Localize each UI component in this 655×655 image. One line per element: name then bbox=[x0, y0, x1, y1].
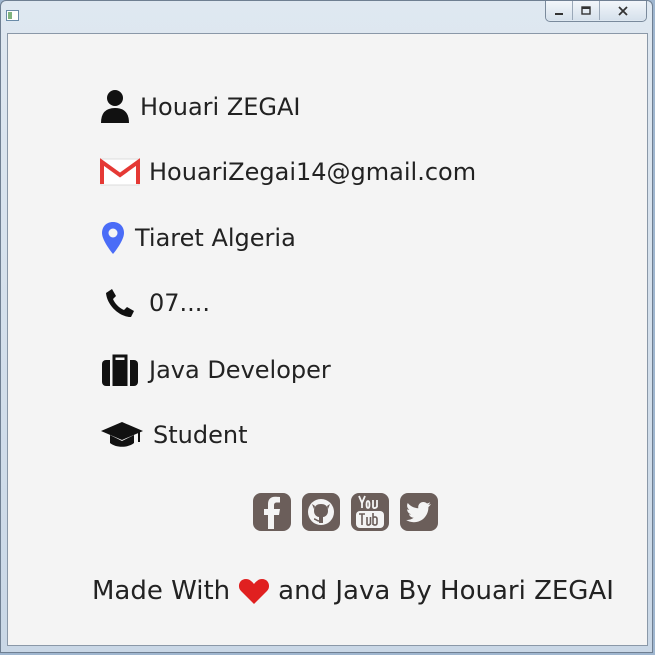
email-row: HouariZegai14@gmail.com bbox=[100, 152, 476, 192]
email-text: HouariZegai14@gmail.com bbox=[149, 158, 477, 186]
heart-icon bbox=[238, 577, 270, 605]
minimize-button[interactable] bbox=[546, 1, 573, 20]
footer-credit: Made With and Java By Houari ZEGAI bbox=[92, 572, 614, 610]
close-icon bbox=[618, 5, 628, 16]
profile-panel: Houari ZEGAI HouariZegai14@gmail.com Tia… bbox=[7, 33, 648, 646]
close-button[interactable] bbox=[600, 1, 646, 20]
facebook-icon[interactable] bbox=[252, 492, 292, 532]
status-row: Student bbox=[100, 415, 247, 455]
app-window: Houari ZEGAI HouariZegai14@gmail.com Tia… bbox=[0, 0, 653, 653]
window-controls bbox=[545, 1, 647, 22]
title-bar[interactable] bbox=[1, 1, 652, 31]
user-icon bbox=[100, 89, 130, 125]
gmail-icon bbox=[100, 158, 140, 186]
name-text: Houari ZEGAI bbox=[140, 93, 301, 121]
github-icon[interactable] bbox=[301, 492, 341, 532]
briefcase-icon bbox=[100, 353, 140, 387]
social-links bbox=[252, 492, 448, 532]
graduation-cap-icon bbox=[100, 421, 144, 449]
app-icon bbox=[6, 10, 19, 21]
location-text: Tiaret Algeria bbox=[135, 224, 296, 252]
minimize-icon bbox=[555, 12, 563, 15]
job-text: Java Developer bbox=[149, 356, 331, 384]
footer-text-after: and Java By Houari ZEGAI bbox=[278, 576, 614, 606]
phone-icon bbox=[100, 287, 140, 319]
job-row: Java Developer bbox=[100, 350, 331, 390]
youtube-icon[interactable] bbox=[350, 492, 390, 532]
footer-text-before: Made With bbox=[92, 576, 231, 606]
maximize-icon bbox=[581, 5, 591, 15]
phone-row: 07.... bbox=[100, 283, 210, 323]
maximize-button[interactable] bbox=[573, 1, 600, 20]
location-pin-icon bbox=[100, 221, 126, 255]
phone-text: 07.... bbox=[149, 289, 211, 317]
name-row: Houari ZEGAI bbox=[100, 87, 301, 127]
status-text: Student bbox=[153, 421, 248, 449]
twitter-icon[interactable] bbox=[399, 492, 439, 532]
location-row: Tiaret Algeria bbox=[100, 218, 296, 258]
